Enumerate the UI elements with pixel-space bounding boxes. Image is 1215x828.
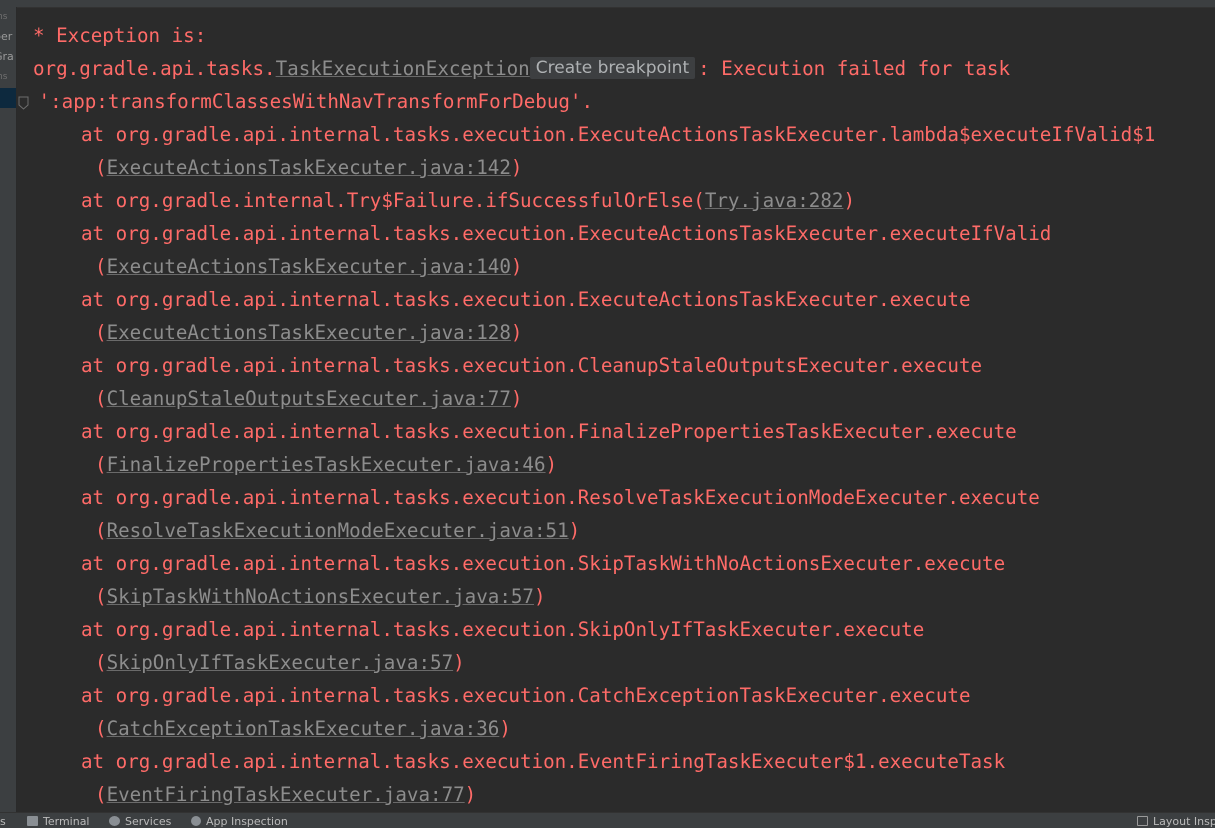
stack-frame-location: (FinalizePropertiesTaskExecuter.java:46) (95, 453, 558, 476)
left-tool-panel: ms per Gra ms (0, 7, 17, 812)
services-icon (109, 816, 120, 826)
layout-inspector-button[interactable]: Layout Insp (1137, 815, 1215, 828)
frame-method: at org.gradle.internal.Try$Failure.ifSuc… (81, 189, 694, 212)
exception-prefix: org.gradle.api.tasks. (33, 57, 276, 80)
frame-method: at org.gradle.api.internal.tasks.executi… (81, 123, 1156, 146)
side-item[interactable]: ms (0, 7, 16, 27)
side-item[interactable]: per (0, 27, 16, 47)
stack-frame-call: at org.gradle.api.internal.tasks.executi… (81, 118, 1155, 151)
source-file-link[interactable]: EventFiringTaskExecuter.java:77 (107, 783, 465, 806)
exception-line: org.gradle.api.tasks.TaskExecutionExcept… (33, 52, 1010, 85)
stack-frame-location: (CatchExceptionTaskExecuter.java:36) (95, 717, 511, 740)
exception-header: * Exception is: (33, 24, 207, 47)
stack-frame-call: at org.gradle.api.internal.tasks.executi… (81, 679, 971, 712)
app-inspection-label: App Inspection (206, 815, 288, 828)
frame-method: at org.gradle.api.internal.tasks.executi… (81, 288, 971, 311)
stack-frame-location: (ResolveTaskExecutionModeExecuter.java:5… (95, 519, 581, 542)
frame-method: at org.gradle.api.internal.tasks.executi… (81, 354, 983, 377)
exception-suffix: : Execution failed for task (698, 57, 1011, 80)
stack-frame-location: (EventFiringTaskExecuter.java:77) (95, 783, 477, 806)
stack-frame-call: at org.gradle.api.internal.tasks.executi… (81, 613, 924, 646)
frame-method: at org.gradle.api.internal.tasks.executi… (81, 222, 1052, 245)
status-bar: s Terminal Services App Inspection Layou… (0, 812, 1215, 828)
stack-frame-location: (CleanupStaleOutputsExecuter.java:77) (95, 387, 523, 410)
stack-frame-location: (ExecuteActionsTaskExecuter.java:142) (95, 156, 523, 179)
source-file-link[interactable]: SkipOnlyIfTaskExecuter.java:57 (107, 651, 454, 674)
terminal-label: Terminal (43, 815, 90, 828)
source-file-link[interactable]: Try.java:282 (705, 189, 844, 212)
stack-frame-call: at org.gradle.api.internal.tasks.executi… (81, 217, 1051, 250)
source-file-link[interactable]: ExecuteActionsTaskExecuter.java:142 (107, 156, 511, 179)
run-console[interactable]: * Exception is: org.gradle.api.tasks.Tas… (17, 7, 1215, 812)
terminal-icon (27, 816, 38, 826)
frame-method: at org.gradle.api.internal.tasks.executi… (81, 684, 971, 707)
stack-frame-call: at org.gradle.api.internal.tasks.executi… (81, 415, 1017, 448)
frame-method: at org.gradle.api.internal.tasks.executi… (81, 750, 1006, 773)
side-item[interactable]: ms (0, 67, 16, 87)
source-file-link[interactable]: ResolveTaskExecutionModeExecuter.java:51 (107, 519, 569, 542)
source-file-link[interactable]: ExecuteActionsTaskExecuter.java:128 (107, 321, 511, 344)
source-file-link[interactable]: CleanupStaleOutputsExecuter.java:77 (107, 387, 511, 410)
side-selected-row[interactable] (0, 88, 16, 108)
source-file-link[interactable]: ExecuteActionsTaskExecuter.java:140 (107, 255, 511, 278)
frame-method: at org.gradle.api.internal.tasks.executi… (81, 552, 1006, 575)
status-fragment[interactable]: s (0, 815, 6, 828)
source-file-link[interactable]: FinalizePropertiesTaskExecuter.java:46 (107, 453, 546, 476)
frame-method: at org.gradle.api.internal.tasks.executi… (81, 420, 1017, 443)
stack-frame-call: at org.gradle.api.internal.tasks.executi… (81, 547, 1005, 580)
app-inspection-button[interactable]: App Inspection (191, 815, 288, 828)
stack-frame-call: at org.gradle.internal.Try$Failure.ifSuc… (81, 189, 855, 212)
layout-inspector-label: Layout Insp (1153, 815, 1215, 828)
services-button[interactable]: Services (109, 815, 171, 828)
services-label: Services (125, 815, 172, 828)
terminal-button[interactable]: Terminal (27, 815, 90, 828)
stack-frame-location: (ExecuteActionsTaskExecuter.java:128) (95, 321, 523, 344)
app-inspection-icon (191, 816, 201, 826)
stack-frame-call: at org.gradle.api.internal.tasks.executi… (81, 283, 971, 316)
stack-frame-call: at org.gradle.api.internal.tasks.executi… (81, 745, 1005, 778)
stack-frame-location: (ExecuteActionsTaskExecuter.java:140) (95, 255, 523, 278)
stack-frame-location: (SkipTaskWithNoActionsExecuter.java:57) (95, 585, 546, 608)
side-item[interactable]: Gra (0, 47, 16, 67)
frame-method: at org.gradle.api.internal.tasks.executi… (81, 486, 1040, 509)
layout-inspector-icon (1137, 816, 1148, 826)
stack-frame-call: at org.gradle.api.internal.tasks.executi… (81, 349, 982, 382)
task-line: ':app:transformClassesWithNavTransformFo… (27, 90, 594, 113)
exception-class-link[interactable]: TaskExecutionException (276, 57, 530, 80)
stack-frame-location: (SkipOnlyIfTaskExecuter.java:57) (95, 651, 465, 674)
stack-frame-call: at org.gradle.api.internal.tasks.executi… (81, 481, 1040, 514)
frame-method: at org.gradle.api.internal.tasks.executi… (81, 618, 925, 641)
source-file-link[interactable]: CatchExceptionTaskExecuter.java:36 (107, 717, 500, 740)
source-file-link[interactable]: SkipTaskWithNoActionsExecuter.java:57 (107, 585, 534, 608)
create-breakpoint-tooltip[interactable]: Create breakpoint (529, 57, 696, 79)
